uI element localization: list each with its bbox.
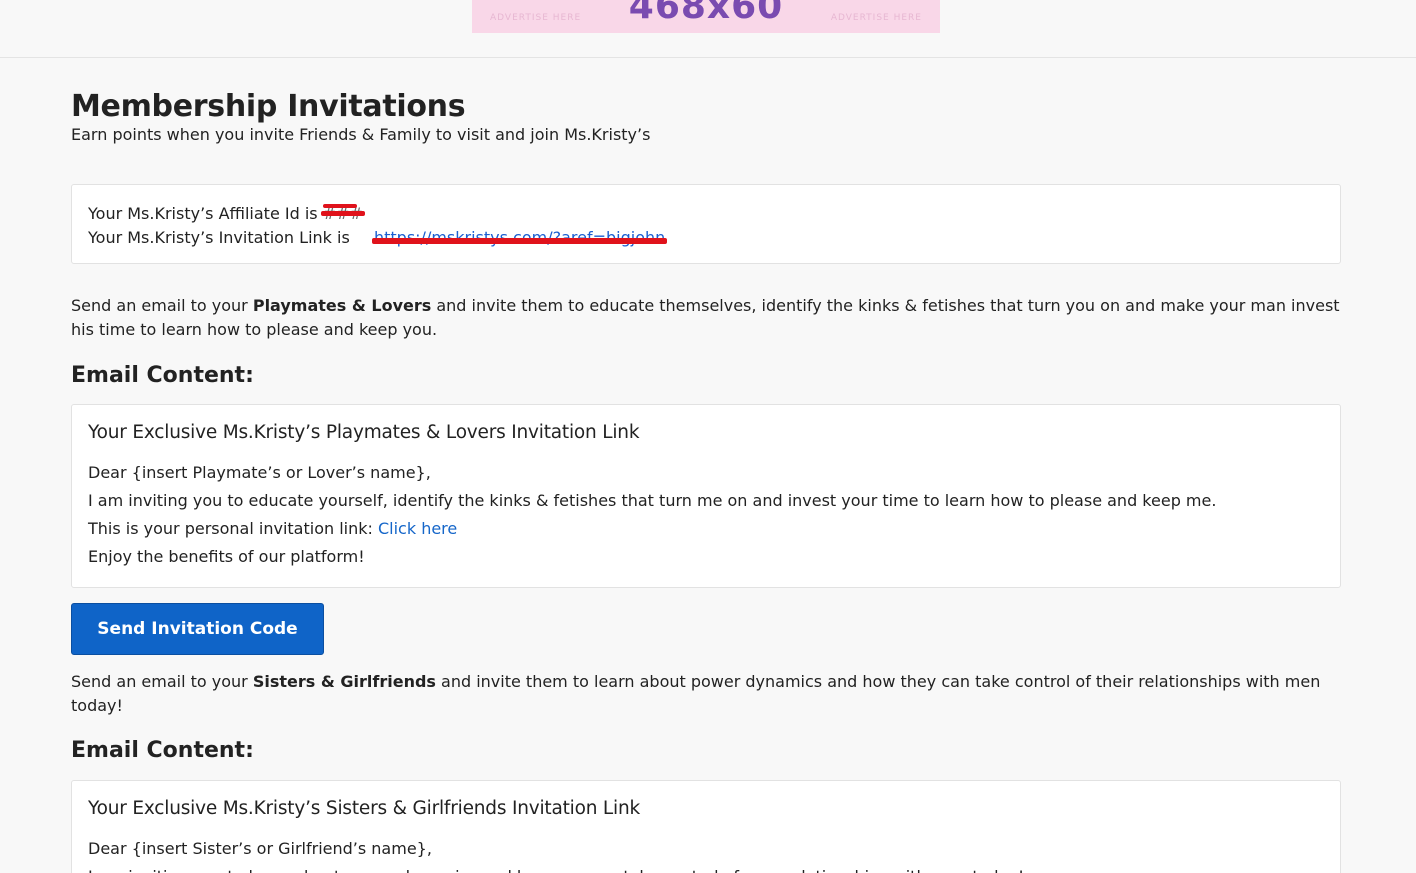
banner-text: 468x60 [628,0,784,27]
send-invitation-button[interactable]: Send Invitation Code [71,603,324,655]
section1-email-closing: Enjoy the benefits of our platform! [88,547,365,566]
section1-email-subject: Your Exclusive Ms.Kristy’s Playmates & L… [88,422,640,443]
page-title: Membership Invitations [71,89,466,124]
affiliate-id-label: Your Ms.Kristy’s Affiliate Id is [88,204,318,223]
section1-email-heading: Email Content: [71,363,254,388]
section1-email-body: I am inviting you to educate yourself, i… [88,491,1217,510]
affiliate-id-redacted: ### [320,202,365,226]
section2-email-greeting: Dear {insert Sister’s or Girlfriend’s na… [88,839,432,858]
section2-email-subject: Your Exclusive Ms.Kristy’s Sisters & Gir… [88,798,641,819]
section1-intro-bold: Playmates & Lovers [252,296,432,315]
invitation-link-redacted[interactable]: https://mskristys.com/?aref=bigjohn [371,226,668,250]
section2-intro: Send an email to your Sisters & Girlfrie… [71,670,1341,718]
section1-email-greeting: Dear {insert Playmate’s or Lover’s name}… [88,463,431,482]
redaction-mark [322,204,357,208]
section1-email-link-row: This is your personal invitation link: C… [88,515,1324,543]
section1-intro: Send an email to your Playmates & Lovers… [71,294,1341,342]
section1-invitation-link[interactable]: Click here [378,519,457,538]
invitation-link-label: Your Ms.Kristy’s Invitation Link is [88,228,350,247]
banner-deco-left: ADVERTISE HERE [490,13,582,23]
ad-banner[interactable]: ADVERTISE HERE 468x60 ADVERTISE HERE [472,0,940,33]
section1-email-box: Your Exclusive Ms.Kristy’s Playmates & L… [71,404,1341,588]
section1-intro-pre: Send an email to your [71,296,253,315]
section2-email-heading: Email Content: [71,738,254,763]
section2-email-body: I am inviting you to learn about power d… [88,863,1324,873]
top-bar: ADVERTISE HERE 468x60 ADVERTISE HERE [0,0,1416,58]
page-subtitle: Earn points when you invite Friends & Fa… [71,125,651,144]
section2-email-box: Your Exclusive Ms.Kristy’s Sisters & Gir… [71,780,1341,873]
section2-intro-pre: Send an email to your [71,672,253,691]
section2-intro-bold: Sisters & Girlfriends [252,672,436,691]
affiliate-id-row: Your Ms.Kristy’s Affiliate Id is ### [88,202,1324,226]
main-content: Membership Invitations Earn points when … [71,88,1341,873]
section1-link-pre: This is your personal invitation link: [88,519,378,538]
affiliate-info-box: Your Ms.Kristy’s Affiliate Id is ### You… [71,184,1341,264]
redaction-mark [371,238,668,244]
banner-deco-right: ADVERTISE HERE [830,13,922,23]
invitation-link-row: Your Ms.Kristy’s Invitation Link is http… [88,226,1324,250]
redaction-mark [320,211,365,216]
